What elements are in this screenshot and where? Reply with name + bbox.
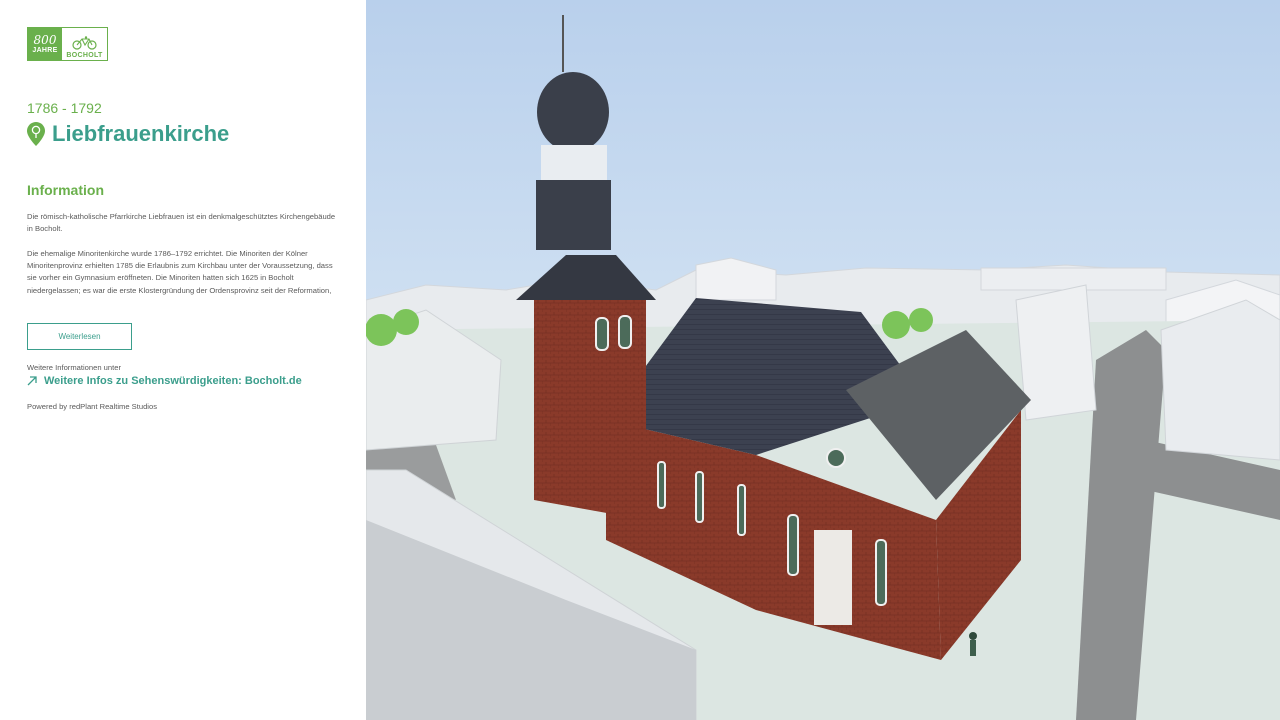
logo-number: 800 — [33, 32, 57, 47]
powered-by-text: Powered by redPlant Realtime Studios — [27, 402, 158, 411]
3d-church-viewport[interactable] — [366, 0, 1280, 720]
construction-years: 1786 - 1792 — [27, 100, 102, 116]
more-info-prefix: Weitere Informationen unter — [27, 363, 121, 372]
title-row: Liebfrauenkirche — [27, 121, 229, 147]
tower-belfry — [541, 145, 607, 180]
logo-badge: 800 JAHRE — [28, 28, 62, 60]
visitor-figure — [969, 632, 977, 656]
description-paragraph-1: Die römisch-katholische Pfarrkirche Lieb… — [27, 212, 336, 234]
tower-lantern — [536, 180, 611, 250]
bocholt-info-link[interactable]: Weitere Infos zu Sehenswürdigkeiten: Boc… — [27, 375, 302, 387]
page-title: Liebfrauenkirche — [52, 121, 230, 146]
bocholt-info-link-label: Weitere Infos zu Sehenswürdigkeiten: Boc… — [44, 375, 302, 387]
logo-city-text: BOCHOLT — [66, 52, 103, 59]
city-anniversary-logo: 800 JAHRE BOCHOLT — [27, 27, 108, 61]
read-more-button[interactable]: Weiterlesen — [27, 323, 132, 350]
church-3d-scene[interactable] — [366, 0, 1280, 720]
logo-city-area: BOCHOLT — [62, 28, 107, 60]
church-portal — [814, 530, 852, 625]
info-sidebar: 800 JAHRE BOCHOLT 1786 - 1792 Liebfrauen… — [0, 0, 366, 720]
external-arrow-icon — [27, 376, 37, 386]
map-pin-tree-icon — [27, 122, 45, 146]
information-heading: Information — [27, 182, 104, 198]
rose-window — [826, 448, 846, 468]
description-paragraph-2: Die ehemalige Minoritenkirche wurde 1786… — [27, 249, 333, 295]
bicycle-icon — [71, 36, 97, 50]
logo-jahre-text: JAHRE — [32, 46, 58, 54]
tower-dome — [537, 72, 609, 152]
